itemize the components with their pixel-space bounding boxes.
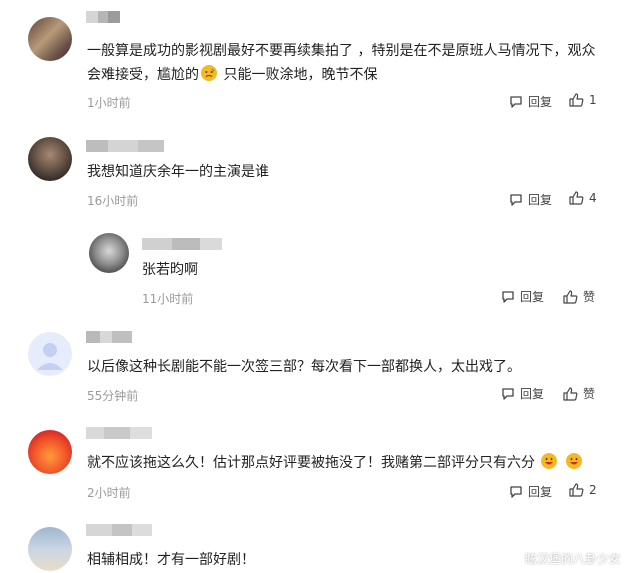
comment-text: 就不应该拖这么久！估计那点好评要被拖没了！我赌第二部评分只有六分 xyxy=(87,451,584,475)
comment-text: 相辅相成！才有一部好剧！ xyxy=(87,552,255,568)
thumbs-up-icon xyxy=(569,191,584,205)
reply-icon xyxy=(502,290,514,303)
avatar[interactable] xyxy=(89,233,129,273)
username-redacted[interactable] xyxy=(86,331,132,343)
comment-text: 张若昀啊 xyxy=(142,262,198,278)
reply-button[interactable]: 回复 xyxy=(509,191,552,208)
username-redacted[interactable] xyxy=(86,524,152,536)
avatar[interactable] xyxy=(28,527,72,571)
like-button[interactable]: 2 xyxy=(569,483,597,497)
grinning-face-icon xyxy=(565,453,582,469)
reply-button[interactable]: 回复 xyxy=(509,93,552,110)
avatar[interactable] xyxy=(28,17,72,61)
like-button[interactable]: 赞 xyxy=(563,385,595,402)
comment-text: 我想知道庆余年一的主演是谁 xyxy=(87,164,269,180)
reply-button[interactable]: 回复 xyxy=(509,483,552,500)
comment-text: 一般算是成功的影视剧最好不要再续集拍了 ，特别是在不是原班人马情况下，观众会难接… xyxy=(87,43,596,83)
like-button[interactable]: 1 xyxy=(569,93,597,107)
grinning-face-icon xyxy=(541,453,558,469)
reply-icon xyxy=(502,387,514,400)
timestamp: 1小时前 xyxy=(87,96,131,110)
reply-button[interactable]: 回复 xyxy=(501,288,544,305)
like-button[interactable]: 4 xyxy=(569,191,597,205)
username-redacted[interactable] xyxy=(86,11,120,23)
sad-face-icon xyxy=(201,65,217,81)
username-redacted[interactable] xyxy=(86,427,152,439)
timestamp: 11小时前 xyxy=(142,292,194,306)
thumbs-up-icon xyxy=(563,289,578,304)
reply-icon xyxy=(510,485,522,498)
thumbs-up-icon xyxy=(569,483,584,497)
avatar[interactable] xyxy=(28,430,72,474)
thumbs-up-icon xyxy=(569,93,584,107)
comment-text: 以后像这种长剧能不能一次签三部？每次看下一部都换人，太出戏了。 xyxy=(87,359,521,375)
reply-icon xyxy=(510,193,522,206)
thumbs-up-icon xyxy=(563,386,578,401)
timestamp: 55分钟前 xyxy=(87,389,139,403)
timestamp: 16小时前 xyxy=(87,194,139,208)
reply-icon xyxy=(510,95,522,108)
username-redacted[interactable] xyxy=(86,140,164,152)
watermark: 眩汉堡的八卦少女 xyxy=(524,552,621,566)
avatar[interactable] xyxy=(28,332,72,376)
reply-button[interactable]: 回复 xyxy=(501,385,544,402)
timestamp: 2小时前 xyxy=(87,486,131,500)
avatar[interactable] xyxy=(28,137,72,181)
username-redacted[interactable] xyxy=(142,238,222,250)
like-button[interactable]: 赞 xyxy=(563,288,595,305)
